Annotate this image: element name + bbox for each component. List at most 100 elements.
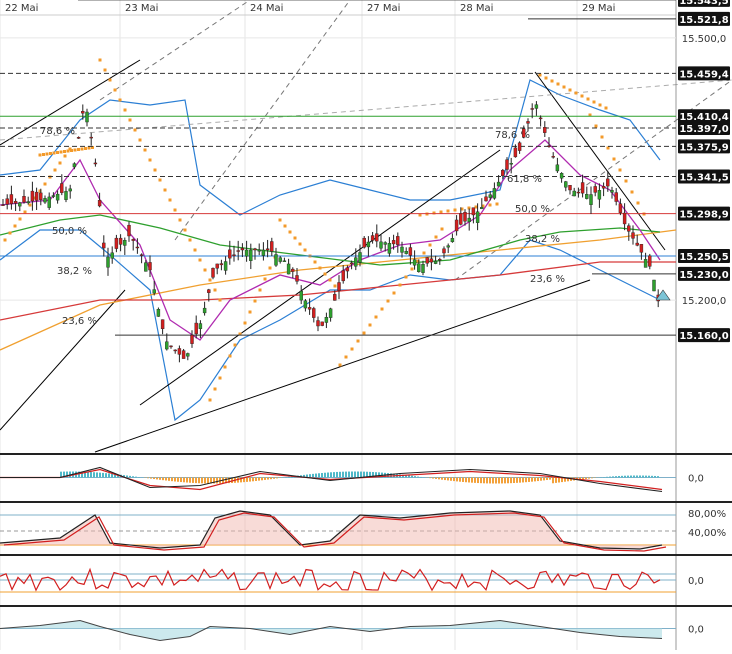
sar-dot <box>363 332 366 335</box>
candle-body <box>384 243 387 245</box>
candle-body <box>569 185 572 190</box>
candle-body <box>443 249 446 253</box>
sar-dot <box>9 232 12 235</box>
sar-dot <box>214 388 217 391</box>
panel-tick-label: 80,00% <box>688 509 726 520</box>
macd-histogram-bar <box>549 478 551 480</box>
candle-body <box>518 143 521 151</box>
candle-body <box>560 173 563 178</box>
sar-dot <box>539 74 542 77</box>
macd-histogram-bar <box>183 478 185 483</box>
sar-dot <box>545 77 548 80</box>
sar-dot <box>387 300 390 303</box>
macd-histogram-bar <box>135 477 137 478</box>
candle-body <box>451 238 454 242</box>
macd-histogram-bar <box>168 478 170 481</box>
candle-body <box>367 242 370 247</box>
macd-histogram-bar <box>252 478 254 482</box>
macd-histogram-bar <box>546 478 548 481</box>
candle-body <box>18 203 21 206</box>
macd-histogram-bar <box>531 478 533 482</box>
candle-body <box>233 255 236 256</box>
candle-body <box>94 163 97 164</box>
macd-histogram-bar <box>354 472 356 478</box>
candle-body <box>480 207 483 209</box>
candle-body <box>258 250 261 251</box>
candle-body <box>510 163 513 164</box>
candle-body <box>556 165 559 171</box>
candle-body <box>266 249 269 250</box>
candle-body <box>648 256 651 267</box>
candle-body <box>296 275 299 281</box>
candle-body <box>287 264 290 274</box>
macd-histogram-bar <box>186 478 188 483</box>
macd-histogram-bar <box>462 478 464 482</box>
macd-histogram-bar <box>552 478 554 484</box>
candle-body <box>216 264 219 268</box>
candle-body <box>535 105 538 109</box>
macd-histogram-bar <box>615 476 617 477</box>
sar-dot <box>49 152 52 155</box>
sar-dot <box>435 236 438 239</box>
sar-dot <box>59 162 62 165</box>
candle-body <box>489 195 492 198</box>
candle-body <box>178 348 181 354</box>
candle-body <box>333 294 336 300</box>
chart-canvas: 22 Mai23 Mai24 Mai27 Mai28 Mai29 Mai78,6… <box>0 0 732 650</box>
candle-body <box>426 258 429 264</box>
candle-body <box>472 208 475 215</box>
fib-label-left: 50,0 % <box>52 226 87 237</box>
macd-histogram-bar <box>492 478 494 484</box>
candle-body <box>417 264 420 272</box>
candle-body <box>455 220 458 231</box>
candle-body <box>527 121 530 123</box>
macd-histogram-bar <box>357 472 359 478</box>
macd-histogram-bar <box>609 477 611 478</box>
macd-histogram-bar <box>177 478 179 482</box>
candle-body <box>195 323 198 334</box>
candle-body <box>10 194 13 203</box>
macd-histogram-bar <box>501 478 503 484</box>
sar-dot <box>411 268 414 271</box>
sar-dot <box>441 228 444 231</box>
sar-dot <box>593 101 596 104</box>
macd-histogram-bar <box>267 478 269 480</box>
sar-dot <box>164 189 167 192</box>
macd-histogram-bar <box>258 478 260 481</box>
macd-histogram-bar <box>537 478 539 482</box>
macd-histogram-bar <box>360 472 362 478</box>
macd-histogram-bar <box>216 478 218 484</box>
macd-histogram-bar <box>498 478 500 484</box>
macd-histogram-bar <box>627 476 629 478</box>
macd-histogram-bar <box>528 478 530 482</box>
macd-histogram-bar <box>513 478 515 484</box>
candle-body <box>632 233 635 239</box>
sar-dot <box>4 239 7 242</box>
macd-histogram-bar <box>93 472 95 477</box>
sar-dot <box>393 292 396 295</box>
panel-tick-label: 0,0 <box>688 474 704 485</box>
candle-body <box>107 257 110 267</box>
sar-dot <box>489 204 492 207</box>
candle-body <box>585 194 588 198</box>
macd-histogram-bar <box>417 477 419 478</box>
sar-dot <box>613 158 616 161</box>
macd-histogram-bar <box>321 473 323 478</box>
candle-body <box>581 183 584 194</box>
price-label: 15.375,9 <box>679 142 728 153</box>
sar-dot <box>119 99 122 102</box>
candle-body <box>476 212 479 223</box>
sar-dot <box>259 289 262 292</box>
sar-dot <box>219 299 222 302</box>
sar-dot <box>423 252 426 255</box>
candle-body <box>86 112 89 122</box>
x-tick-label: 28 Mai <box>460 3 493 14</box>
macd-histogram-bar <box>87 472 89 478</box>
candle-body <box>123 240 126 245</box>
candle-body <box>447 246 450 248</box>
sar-dot <box>77 148 80 151</box>
sar-dot <box>339 364 342 367</box>
x-tick-label: 29 Mai <box>582 3 615 14</box>
candle-body <box>552 156 555 157</box>
macd-histogram-bar <box>339 472 341 478</box>
